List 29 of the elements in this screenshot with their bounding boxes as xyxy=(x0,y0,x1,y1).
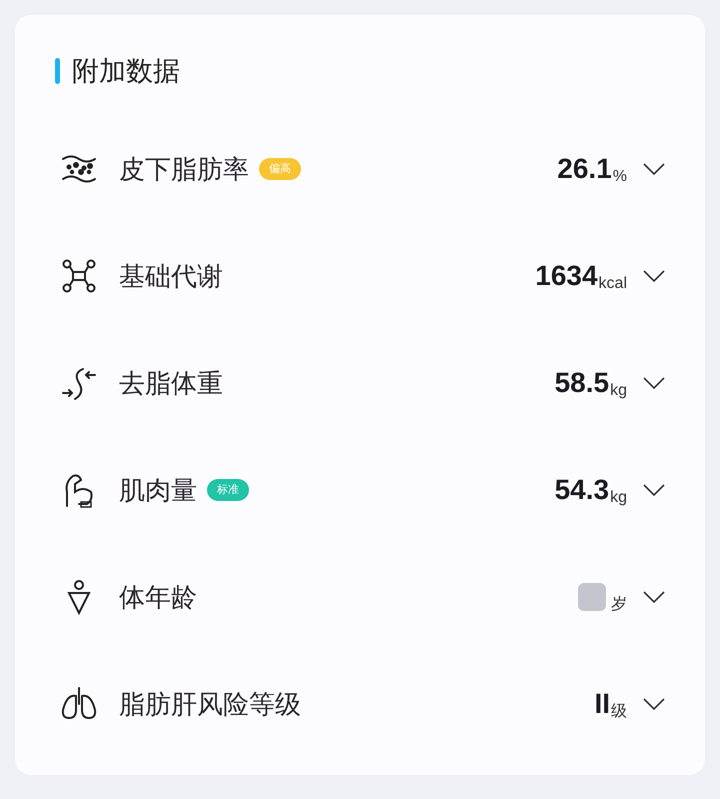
metric-label: 去脂体重 xyxy=(119,366,223,400)
card-title: 附加数据 xyxy=(72,55,180,88)
metric-value: 1634 xyxy=(535,259,598,293)
metric-row[interactable]: 体年龄 岁 xyxy=(55,544,665,650)
metric-row[interactable]: 皮下脂肪率 偏高 26.1% xyxy=(55,116,665,222)
chevron-down-icon xyxy=(643,484,665,496)
metric-unit: % xyxy=(612,166,627,186)
metric-label: 皮下脂肪率 xyxy=(119,152,249,186)
status-tag: 标准 xyxy=(207,479,249,501)
status-tag: 偏高 xyxy=(259,158,301,180)
metric-unit: 岁 xyxy=(611,594,627,614)
metric-label: 脂肪肝风险等级 xyxy=(119,688,301,720)
chevron-down-icon xyxy=(643,698,665,710)
metric-unit: 级 xyxy=(611,702,627,722)
metric-value: II xyxy=(594,687,610,721)
metric-value: 54.3 xyxy=(554,473,610,507)
metric-label: 基础代谢 xyxy=(119,260,223,292)
metric-unit: kg xyxy=(610,488,627,508)
metric-value: 26.1 xyxy=(557,152,612,186)
metric-value: 58.5 xyxy=(554,366,610,400)
chevron-down-icon xyxy=(643,163,665,175)
metric-unit: kcal xyxy=(598,274,627,294)
metric-label: 体年龄 xyxy=(119,580,197,614)
metric-label: 肌肉量 xyxy=(119,474,197,506)
metric-unit: kg xyxy=(610,380,627,400)
accent-bar xyxy=(55,58,60,84)
chevron-down-icon xyxy=(643,377,665,389)
chevron-down-icon xyxy=(643,591,665,603)
chevron-down-icon xyxy=(643,270,665,282)
